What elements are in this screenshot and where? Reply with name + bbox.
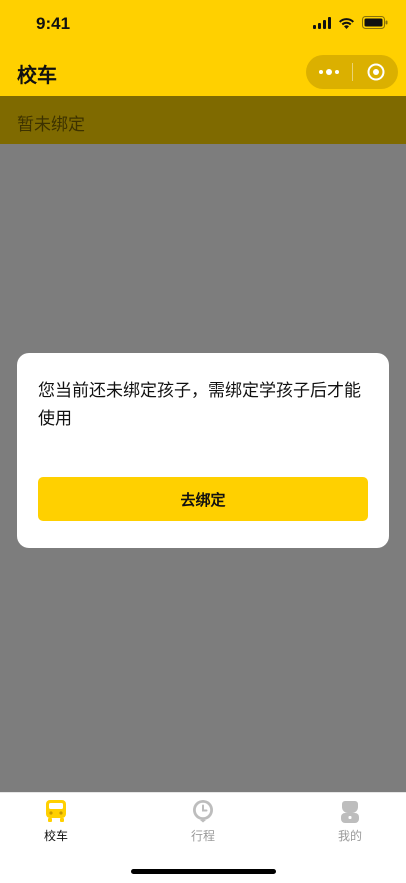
status-bar: 9:41 [0,0,406,48]
battery-icon [362,16,388,29]
tab-label-mine: 我的 [337,829,362,843]
close-mini-program-button[interactable] [353,55,398,89]
go-bind-button[interactable]: 去绑定 [38,477,368,521]
home-indicator [131,869,276,874]
tab-label-bus: 校车 [43,829,68,843]
person-icon [341,801,359,823]
binding-status-banner: 暂未绑定 [0,96,406,144]
clock-icon [193,800,213,823]
binding-status-text: 暂未绑定 [17,115,85,134]
bus-icon [46,800,66,822]
mini-program-capsule [306,55,398,89]
target-close-icon [367,63,384,81]
tab-trips[interactable]: 行程 [153,799,253,849]
page-title: 校车 [17,65,57,87]
navigation-bar: 校车 [0,48,406,96]
more-options-button[interactable] [306,55,352,89]
cellular-signal-icon [313,16,331,29]
tab-bus[interactable]: 校车 [6,799,106,849]
tab-label-trips: 行程 [190,829,215,843]
status-icons [313,16,388,29]
wifi-icon [338,17,355,29]
screen: 9:41 校车 暂未绑定 您当前还未绑定孩子，需绑定学孩子后才能使用 去绑定 校… [0,0,406,883]
dialog-message: 您当前还未绑定孩子，需绑定学孩子后才能使用 [38,381,361,428]
tab-mine[interactable]: 我的 [300,799,400,849]
status-time: 9:41 [36,14,71,33]
bind-child-dialog: 您当前还未绑定孩子，需绑定学孩子后才能使用 去绑定 [17,353,389,548]
